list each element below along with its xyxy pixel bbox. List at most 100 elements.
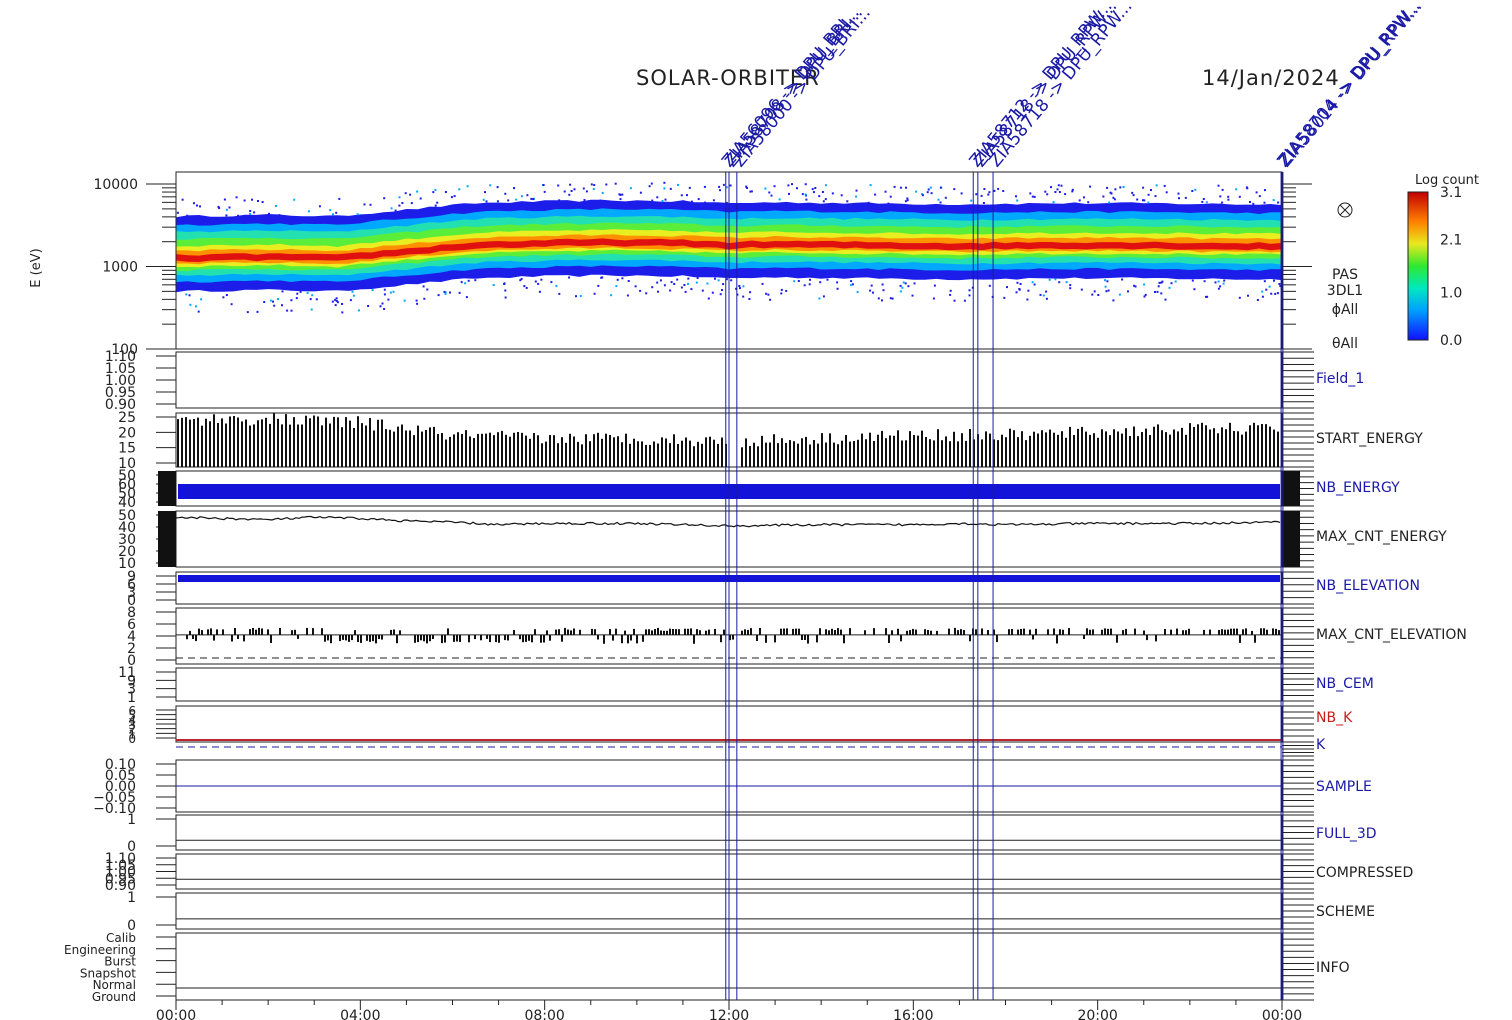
spectrogram-speckle xyxy=(1261,295,1264,298)
spectrogram-speckle xyxy=(307,210,310,213)
spectrogram-speckle xyxy=(404,192,407,195)
spectrogram-speckle xyxy=(416,190,419,193)
spectrogram-speckle xyxy=(367,305,370,307)
spectrogram-speckle xyxy=(1087,201,1090,204)
spectrogram-speckle xyxy=(690,200,693,203)
spectrogram-speckle xyxy=(331,300,334,303)
spectrogram-speckle xyxy=(1268,285,1271,288)
spectrogram-speckle xyxy=(618,193,621,196)
spectrogram-speckle xyxy=(597,284,600,287)
spectrogram-speckle xyxy=(1105,290,1108,293)
spectrogram-speckle xyxy=(1002,190,1005,192)
spectrogram-speckle xyxy=(997,187,1000,190)
spectrogram-speckle xyxy=(683,284,686,286)
spectrogram-speckle xyxy=(1276,292,1279,295)
spectrogram-speckle xyxy=(341,311,344,314)
spectrogram-speckle xyxy=(383,293,386,296)
spectrogram-speckle xyxy=(1122,186,1125,188)
spectrogram-speckle xyxy=(371,289,374,292)
spectrogram-speckle xyxy=(507,199,510,202)
spectrogram-speckle xyxy=(349,299,352,302)
spectrogram-speckle xyxy=(394,209,397,212)
panel-label-nb_cem: NB_CEM xyxy=(1316,676,1374,692)
spectrogram-speckle xyxy=(416,302,419,305)
spectrogram-speckle xyxy=(464,282,467,285)
spectrogram-speckle xyxy=(968,289,971,292)
solar-orbiter-pas-summary-plot: 100001000100E (eV) PAS3DL1ϕAllθAll 1.101.… xyxy=(29,0,1479,1020)
spectrogram-speckle xyxy=(1093,290,1096,293)
spectrogram-speckle xyxy=(676,278,679,281)
spectrogram-speckle xyxy=(543,190,546,193)
spectrogram-speckle xyxy=(1217,287,1220,290)
spectrogram-speckle xyxy=(383,197,386,200)
spectrogram-speckle xyxy=(1110,192,1113,195)
spectrogram-speckle xyxy=(357,309,360,312)
panel-label-compressed: COMPRESSED xyxy=(1316,865,1413,881)
spectrogram-speckle xyxy=(1273,279,1275,282)
spectrogram-speckle xyxy=(1277,201,1280,204)
spectrogram-right-label: 3DL1 xyxy=(1327,283,1363,299)
spectrogram-speckle xyxy=(492,284,495,286)
spectrogram-speckle xyxy=(465,296,468,299)
spectrogram-speckle xyxy=(225,294,228,296)
spectrogram-speckle xyxy=(503,283,506,285)
spectrogram-speckle xyxy=(831,192,834,195)
spectrogram-speckle xyxy=(593,292,596,295)
spectrogram-speckle xyxy=(195,305,198,308)
event-marker-label: ZIA58014 -> DPU_RPW... xyxy=(1275,0,1426,171)
spectrogram-speckle xyxy=(1191,279,1194,282)
spectrogram-speckle xyxy=(1223,279,1226,282)
colorbar-tick-label: 0.0 xyxy=(1440,333,1462,349)
spectrogram-speckle xyxy=(745,185,748,188)
spectrogram-speckle xyxy=(953,188,956,191)
spectrogram-speckle xyxy=(176,211,179,214)
spectrogram-speckle xyxy=(352,294,355,297)
spectrogram-speckle xyxy=(836,281,839,284)
spectrogram-speckle xyxy=(905,186,907,189)
spectrogram-speckle xyxy=(904,282,907,285)
spectrogram-speckle xyxy=(329,209,332,212)
spectrogram-speckle xyxy=(1029,192,1032,195)
spectrogram-speckle xyxy=(1064,193,1067,196)
spectrogram-speckle xyxy=(899,284,902,287)
spectrogram-speckle xyxy=(697,198,700,201)
spectrogram-speckle xyxy=(614,182,617,185)
spectrogram-speckle xyxy=(558,292,561,295)
spectrogram-speckle xyxy=(877,297,880,300)
spectrogram-speckle xyxy=(811,188,814,191)
spectrogram-speckle xyxy=(780,288,783,291)
spectrogram-speckle xyxy=(1258,195,1261,198)
spectrogram-speckle xyxy=(523,285,526,288)
spectrogram-speckle xyxy=(520,277,523,280)
colorbar-tick-label: 1.0 xyxy=(1440,285,1462,301)
spectrogram-speckle xyxy=(1144,293,1147,296)
spectrogram-speckle xyxy=(450,196,453,199)
spectrogram-speckle xyxy=(558,199,561,202)
spectrogram-speckle xyxy=(1052,201,1055,204)
spectrogram-speckle xyxy=(286,309,289,312)
spectrogram-speckle xyxy=(1219,195,1222,198)
panel-label-nb_energy: NB_ENERGY xyxy=(1316,480,1400,496)
spectrogram-speckle xyxy=(748,298,751,300)
spectrogram-speckle xyxy=(690,288,693,291)
spectrogram-speckle xyxy=(770,194,773,197)
spectrogram-speckle xyxy=(822,200,825,203)
spectrogram-speckle xyxy=(826,278,829,281)
spectrogram-speckle xyxy=(651,199,654,202)
spectrogram-speckle xyxy=(1256,299,1259,301)
spectrogram-speckle xyxy=(902,281,905,284)
spectrogram-speckle xyxy=(534,280,537,283)
colorbar-tick-label: 3.1 xyxy=(1440,185,1462,201)
spectrogram-speckle xyxy=(846,200,849,203)
spectrogram-speckle xyxy=(932,297,935,300)
spectrogram-speckle xyxy=(645,292,648,295)
spectrogram-speckle xyxy=(639,289,642,292)
spectrogram-speckle xyxy=(664,198,667,201)
spectrogram-speckle xyxy=(1265,288,1268,291)
spectrogram-speckle xyxy=(200,298,203,301)
spectrogram-speckle xyxy=(1154,291,1156,293)
spectrogram-speckle xyxy=(899,290,902,293)
spectrogram-speckle xyxy=(867,201,870,204)
spectrogram-speckle xyxy=(884,190,887,193)
spectrogram-speckle xyxy=(1143,199,1146,202)
